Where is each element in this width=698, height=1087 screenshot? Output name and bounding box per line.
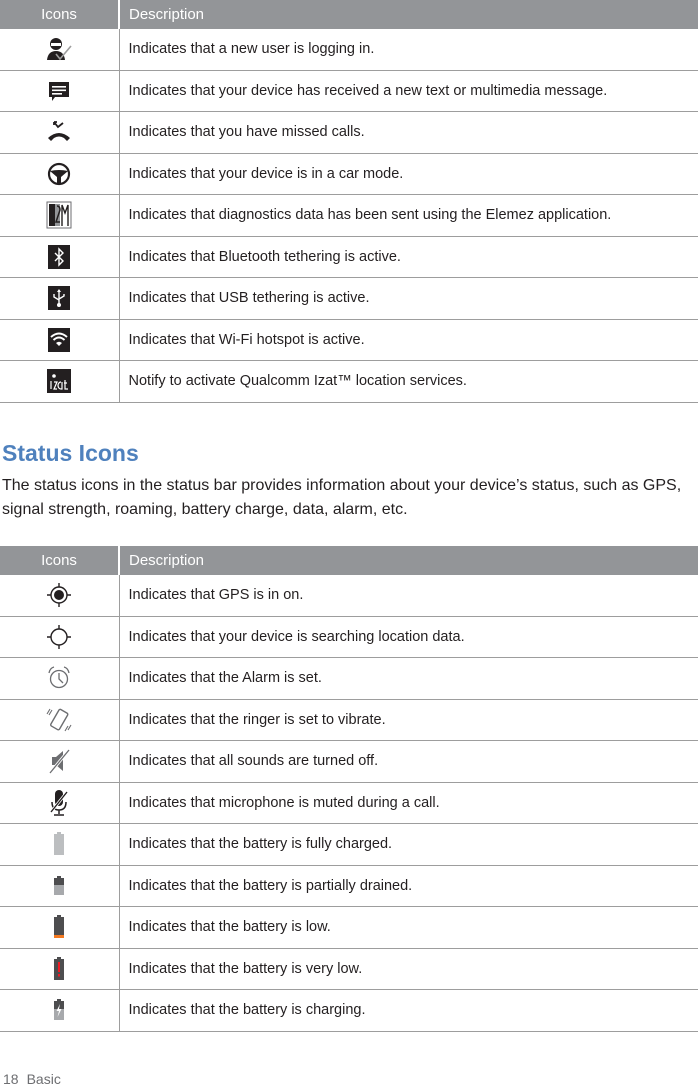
section-intro: The status icons in the status bar provi…: [2, 477, 682, 518]
row-description: Indicates that diagnostics data has been…: [119, 194, 698, 237]
row-description: Indicates that all sounds are turned off…: [119, 740, 698, 783]
row-description: Indicates that Wi-Fi hotspot is active.: [119, 319, 698, 361]
table-row: Indicates that Bluetooth tethering is ac…: [0, 236, 698, 278]
row-description: Notify to activate Qualcomm Izat™ locati…: [119, 360, 698, 403]
header-icons: Icons: [0, 546, 120, 575]
table-row: Indicates that the battery is low.: [0, 906, 698, 949]
bluetooth-tethering-icon: [44, 242, 74, 272]
battery-charging-icon: [44, 995, 74, 1025]
table-row: Indicates that all sounds are turned off…: [0, 740, 698, 783]
header-description: Description: [119, 0, 698, 29]
usb-tethering-icon: [44, 283, 74, 313]
header-description: Description: [119, 546, 698, 575]
row-description: Indicates that Bluetooth tethering is ac…: [119, 236, 698, 278]
battery-full-icon: [44, 829, 74, 859]
table-row: Indicates that microphone is muted durin…: [0, 782, 698, 824]
table-row: Indicates that Wi-Fi hotspot is active.: [0, 319, 698, 361]
row-description: Indicates that USB tethering is active.: [119, 277, 698, 320]
missed-call-icon: [44, 117, 74, 147]
table-row: Indicates that you have missed calls.: [0, 111, 698, 154]
gps-on-icon: [44, 580, 74, 610]
new-message-icon: [44, 76, 74, 106]
elemez-diagnostics-icon: [44, 200, 74, 230]
sound-off-icon: [44, 746, 74, 776]
row-description: Indicates that the battery is charging.: [119, 989, 698, 1032]
battery-partial-icon: [44, 871, 74, 901]
vibrate-icon: [44, 705, 74, 735]
row-description: Indicates that the battery is very low.: [119, 948, 698, 990]
header-icons: Icons: [0, 0, 120, 29]
row-description: Indicates that your device is in a car m…: [119, 153, 698, 195]
table-row: Indicates that the ringer is set to vibr…: [0, 699, 698, 741]
row-description: Indicates that microphone is muted durin…: [119, 782, 698, 824]
battery-very-low-icon: [44, 954, 74, 984]
table-row: Indicates that USB tethering is active.: [0, 277, 698, 320]
table-row: Indicates that your device is in a car m…: [0, 153, 698, 195]
page-number: 18: [3, 1071, 19, 1087]
row-description: Indicates that the Alarm is set.: [119, 657, 698, 700]
table-row: Indicates that the battery is partially …: [0, 865, 698, 907]
table-row: Indicates that the battery is very low.: [0, 948, 698, 990]
table-row: Notify to activate Qualcomm Izat™ locati…: [0, 360, 698, 403]
mic-muted-icon: [44, 788, 74, 818]
row-description: Indicates that the ringer is set to vibr…: [119, 699, 698, 741]
table-row: Indicates that your device has received …: [0, 70, 698, 112]
table-row: Indicates that GPS is in on.: [0, 575, 698, 617]
page-footer: 18 Basic: [3, 1071, 61, 1087]
new-user-login-icon: [44, 34, 74, 64]
table-header-row: Icons Description: [0, 0, 698, 29]
table-row: Indicates that the battery is fully char…: [0, 823, 698, 866]
status-icons-table: Icons Description Indicates that GPS is …: [0, 546, 698, 1032]
battery-low-icon: [44, 912, 74, 942]
table-row: Indicates that diagnostics data has been…: [0, 194, 698, 237]
row-description: Indicates that you have missed calls.: [119, 111, 698, 154]
table-row: Indicates that the battery is charging.: [0, 989, 698, 1032]
izat-location-icon: [44, 366, 74, 396]
row-description: Indicates that the battery is partially …: [119, 865, 698, 907]
table-row: Indicates that the Alarm is set.: [0, 657, 698, 700]
section-name: Basic: [26, 1071, 61, 1087]
notification-icons-table: Icons Description Indicates that a new u…: [0, 0, 698, 403]
table-header-row: Icons Description: [0, 546, 698, 575]
row-description: Indicates that a new user is logging in.: [119, 29, 698, 71]
table-row: Indicates that your device is searching …: [0, 616, 698, 658]
row-description: Indicates that the battery is fully char…: [119, 823, 698, 866]
row-description: Indicates that GPS is in on.: [119, 575, 698, 617]
row-description: Indicates that your device is searching …: [119, 616, 698, 658]
alarm-icon: [44, 663, 74, 693]
section-title: Status Icons: [2, 440, 139, 466]
row-description: Indicates that the battery is low.: [119, 906, 698, 949]
gps-searching-icon: [44, 622, 74, 652]
table-row: Indicates that a new user is logging in.: [0, 29, 698, 71]
row-description: Indicates that your device has received …: [119, 70, 698, 112]
car-mode-icon: [44, 159, 74, 189]
wifi-hotspot-icon: [44, 325, 74, 355]
